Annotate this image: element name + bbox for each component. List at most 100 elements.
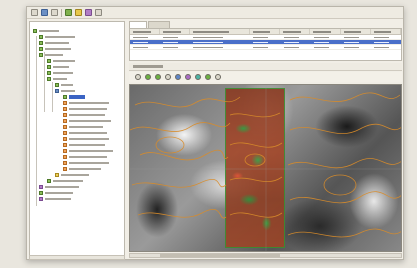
zoom-in-icon[interactable] [145,74,151,80]
column-header[interactable] [280,29,311,34]
refresh-icon[interactable] [215,74,221,80]
column-header[interactable] [130,29,161,34]
tree-item[interactable] [39,40,69,45]
contour-line [229,212,283,218]
tree-item[interactable] [63,160,109,165]
tab-1[interactable] [129,21,147,28]
layer-icon [55,172,59,177]
map-icon[interactable] [85,9,92,16]
raster-icon [63,130,67,135]
tree-item[interactable] [63,154,107,159]
raster-icon [63,148,67,153]
tree-item[interactable] [39,46,71,51]
tree-item-selected[interactable] [63,94,85,99]
tree-connector [44,52,45,112]
map-view-title [133,65,163,68]
column-header[interactable] [190,29,250,34]
horizontal-scrollbar[interactable] [129,253,402,258]
map-canvas[interactable] [129,84,402,252]
contour-line [131,178,227,188]
raster-icon [63,154,67,159]
layer-tree[interactable] [29,21,125,257]
pan-icon[interactable] [135,74,141,80]
tree-item[interactable] [63,112,105,117]
contour-ring [244,153,266,167]
layer-icon [47,58,51,63]
layer-icon [39,40,43,45]
raster-icon [63,106,67,111]
raster-icon [63,136,67,141]
zoom-out-icon[interactable] [155,74,161,80]
raster-icon [63,142,67,147]
layer-icon [47,76,51,81]
layer-icon [39,196,43,201]
tree-item[interactable] [39,184,79,189]
query-icon[interactable] [75,9,82,16]
tree-item[interactable] [47,76,67,81]
contour-ring [155,136,185,154]
draw-icon[interactable] [205,74,211,80]
layer-toggle-icon[interactable] [195,74,201,80]
tree-item[interactable] [63,100,109,105]
identify-icon[interactable] [175,74,181,80]
tree-item[interactable] [63,142,105,147]
contour-line [287,158,401,169]
folder-icon [39,34,43,39]
select-icon[interactable] [165,74,171,80]
column-header[interactable] [160,29,191,34]
tree-item[interactable] [55,88,75,93]
contour-line [289,191,401,204]
folder-icon [33,28,37,33]
column-header[interactable] [250,29,281,34]
tree-item[interactable] [39,190,73,195]
table-row[interactable] [130,45,401,50]
settings-icon[interactable] [95,9,102,16]
tree-item[interactable] [47,58,75,63]
tree-item[interactable] [63,124,103,129]
contour-lines [130,85,401,251]
tree-item[interactable] [55,172,89,177]
layer-icon [39,52,43,57]
tree-item[interactable] [33,28,59,33]
map-view-header [129,63,402,71]
tab-2[interactable] [148,21,170,28]
tree-item[interactable] [47,178,83,183]
tree-item[interactable] [55,82,73,87]
scrollbar-thumb[interactable] [160,254,280,257]
contour-line [229,176,283,182]
column-header[interactable] [371,29,401,34]
column-header[interactable] [341,29,371,34]
tree-item[interactable] [47,70,73,75]
column-header[interactable] [310,29,341,34]
new-icon[interactable] [31,9,38,16]
tree-item[interactable] [63,130,107,135]
raster-icon [63,100,67,105]
tree-item[interactable] [39,52,63,57]
tree-item[interactable] [63,166,101,171]
raster-icon [63,166,67,171]
measure-icon[interactable] [185,74,191,80]
tree-item[interactable] [39,196,71,201]
raster-icon [63,118,67,123]
tree-item[interactable] [63,106,107,111]
attribute-table[interactable] [129,28,402,61]
contour-line [287,228,401,238]
layer-icon [55,88,59,93]
open-icon[interactable] [41,9,48,16]
contour-line [289,92,401,102]
tree-item[interactable] [47,64,69,69]
main-toolbar [27,7,403,19]
app-window [26,6,404,260]
save-icon[interactable] [51,9,58,16]
contour-line [137,209,227,219]
tree-item[interactable] [63,136,109,141]
layer-icon [47,178,51,183]
raster-icon [63,160,67,165]
tree-item[interactable] [39,34,75,39]
layer-icon [39,46,43,51]
tree-item[interactable] [63,118,111,123]
layer-icon[interactable] [65,9,72,16]
tree-item[interactable] [63,148,113,153]
contour-line [289,123,401,134]
layer-icon [63,94,67,99]
